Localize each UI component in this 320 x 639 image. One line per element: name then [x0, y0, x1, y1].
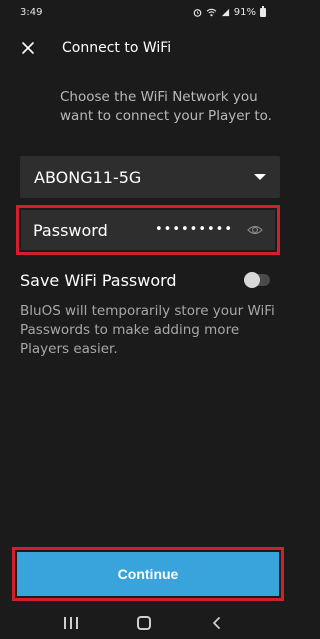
- password-label: Password: [33, 220, 108, 240]
- save-password-toggle[interactable]: [244, 272, 270, 288]
- recents-icon[interactable]: [63, 616, 78, 629]
- network-dropdown[interactable]: ABONG11-5G: [20, 156, 280, 198]
- toggle-knob: [244, 272, 260, 288]
- status-bar: 3:49 91%: [0, 0, 288, 24]
- show-password-eye-icon[interactable]: [247, 223, 263, 237]
- system-nav-bar: [0, 606, 288, 639]
- home-icon[interactable]: [136, 615, 151, 630]
- status-time: 3:49: [20, 6, 43, 18]
- save-password-description: BluOS will temporarily store your WiFi P…: [20, 303, 275, 357]
- app-header: Connect to WiFi: [0, 34, 288, 64]
- save-password-label: Save WiFi Password: [20, 270, 177, 290]
- signal-icon: [221, 8, 229, 16]
- battery-percent: 91%: [233, 6, 256, 18]
- instructions-text: Choose the WiFi Network you want to conn…: [60, 89, 272, 124]
- save-password-row: Save WiFi Password: [20, 266, 278, 294]
- wifi-icon: [206, 8, 217, 16]
- password-field[interactable]: Password •••••••••: [21, 210, 275, 250]
- back-icon[interactable]: [210, 616, 224, 630]
- network-selected-value: ABONG11-5G: [34, 167, 142, 187]
- battery-icon: [260, 5, 266, 17]
- continue-button[interactable]: Continue: [17, 552, 279, 596]
- page-title: Connect to WiFi: [62, 40, 172, 56]
- status-icons: 91%: [193, 5, 266, 18]
- dropdown-arrow-icon: [254, 174, 266, 180]
- close-icon[interactable]: [18, 38, 38, 58]
- password-masked-value: •••••••••: [154, 222, 233, 237]
- alarm-icon: [193, 8, 202, 17]
